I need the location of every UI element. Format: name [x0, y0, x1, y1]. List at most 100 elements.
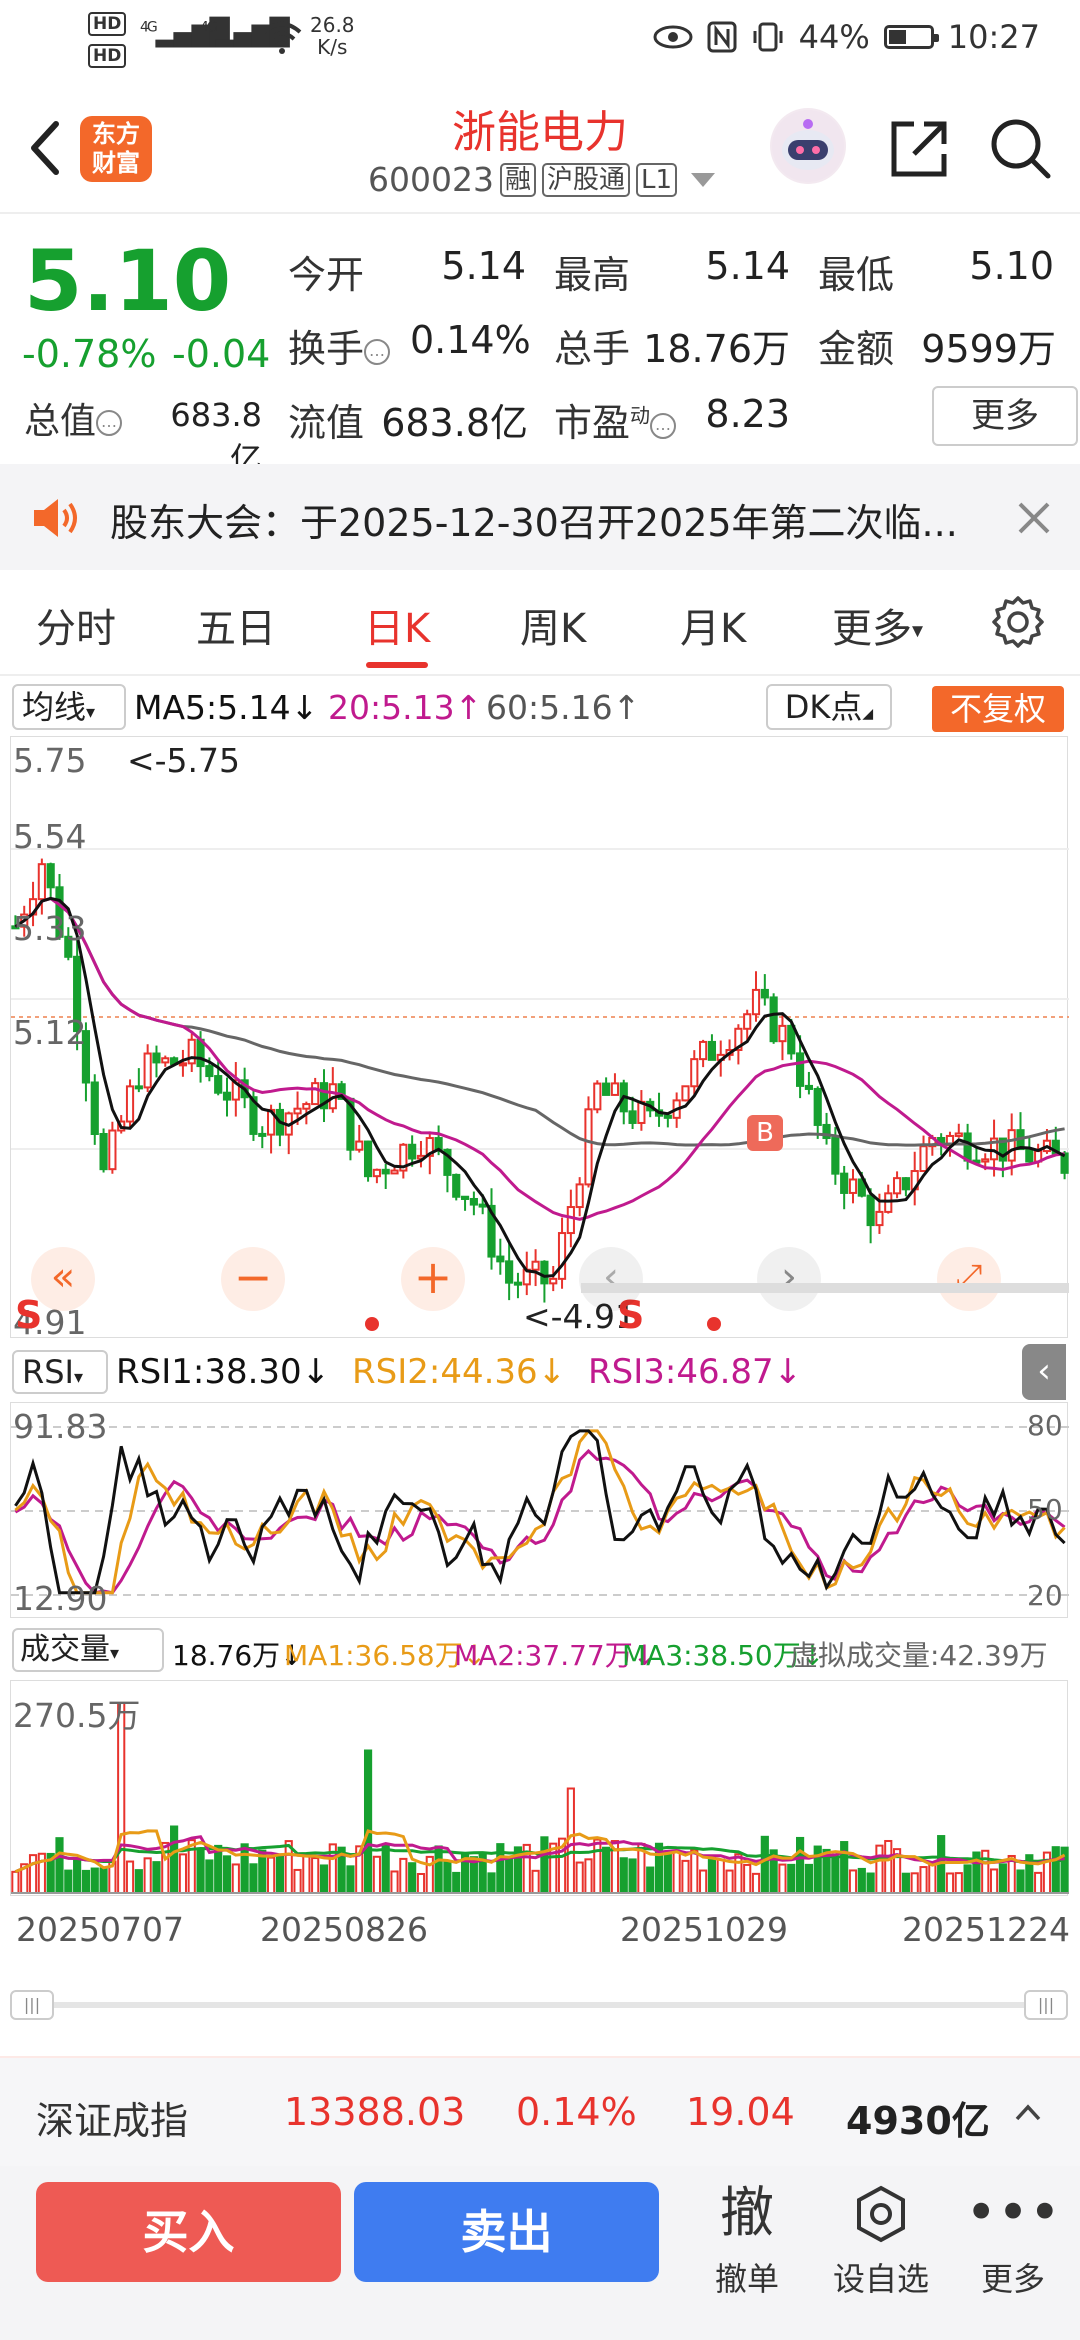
close-icon[interactable] [1016, 500, 1052, 536]
scroll-right-icon[interactable]: › [757, 1247, 821, 1311]
tab-weekly-k[interactable]: 周K [520, 596, 586, 654]
ai-assistant-icon[interactable] [770, 108, 846, 184]
candle-body [875, 1210, 884, 1227]
float-label: 流值 [288, 401, 365, 445]
volume-chart[interactable]: 270.5万 [10, 1680, 1069, 1896]
indicator-selector[interactable]: 均线▾ [12, 684, 126, 730]
volume-bar [690, 1849, 699, 1894]
more-actions-button[interactable]: ••• 更多 [958, 2178, 1068, 2300]
candle-body [293, 1107, 302, 1115]
cancel-order-button[interactable]: 撤 撤单 [692, 2178, 802, 2300]
zoom-in-icon[interactable]: + [401, 1247, 465, 1311]
volume-bar [152, 1861, 161, 1894]
candle-body [848, 1178, 858, 1194]
ma5-line [14, 896, 1066, 1278]
ma20-value: 20:5.13↑ [328, 688, 483, 727]
hd-indicator-2: HD [88, 44, 127, 68]
volume-bar [399, 1857, 408, 1894]
range-handle-left[interactable]: ||| [10, 1990, 54, 2020]
expand-icon[interactable]: ⤢ [937, 1247, 1001, 1311]
candle-body [178, 1062, 188, 1067]
chevron-up-icon[interactable] [1014, 2102, 1042, 2122]
candle-body [46, 863, 55, 889]
open-label: 今开 [288, 253, 365, 297]
info-icon[interactable]: … [650, 412, 677, 439]
candle-body [840, 1172, 849, 1194]
candle-body [707, 1040, 717, 1061]
candle-body [478, 1203, 487, 1208]
rsi-level-20: 20 [1027, 1579, 1063, 1612]
range-track [40, 2002, 1038, 2008]
candle-body [1007, 1129, 1016, 1162]
index-ticker-bar[interactable]: 深证成指 13388.03 0.14% 19.04 4930亿 [0, 2056, 1080, 2166]
volume-bar [954, 1872, 963, 1895]
zoom-out-icon[interactable]: − [221, 1247, 285, 1311]
tab-monthly-k[interactable]: 月K [680, 596, 746, 654]
volume-bar [699, 1869, 708, 1894]
status-bar: HD HD 4G▂▄▆█ 4G▂▄▆█ 26.8 K/s 44% 10:27 [0, 0, 1080, 78]
search-icon[interactable] [986, 114, 1056, 184]
adjust-toggle[interactable]: 不复权 [932, 686, 1064, 732]
ma-legend-bar: 均线▾ MA5:5.14↓ 20:5.13↑ 60:5.16↑ DK点◢ 不复权 [0, 676, 1080, 734]
volume-selector[interactable]: 成交量▾ [12, 1628, 164, 1672]
volume-bar [205, 1859, 214, 1894]
volume-bar [311, 1857, 320, 1894]
tab-more[interactable]: 更多▾ [832, 596, 923, 654]
more-quote-button[interactable]: 更多 [932, 386, 1078, 446]
float-value: 683.8亿 [381, 401, 528, 445]
volume-bar [134, 1869, 143, 1895]
candle-body [99, 1132, 108, 1171]
rsi-chart[interactable]: 91.83 12.90 80 50 20 [10, 1402, 1069, 1618]
candle-body [125, 1085, 135, 1123]
tab-five-day[interactable]: 五日 [196, 596, 276, 654]
share-icon[interactable] [884, 114, 954, 184]
volume-bar [840, 1841, 849, 1895]
candle-body [363, 1140, 373, 1178]
event-dot[interactable] [365, 1317, 379, 1331]
candle-body [760, 988, 769, 999]
candlestick-chart[interactable]: 5.75 5.54 5.33 5.12 4.91 <-5.75 <-4.91 B… [10, 736, 1069, 1342]
pe-label: 市盈动… [554, 392, 677, 447]
range-scroller[interactable]: ||| ||| [10, 1990, 1068, 2020]
dk-point-toggle[interactable]: DK点◢ [766, 684, 892, 730]
index-change-percent: 0.14% [516, 2090, 637, 2134]
rsi3-value: RSI3:46.87↓ [588, 1352, 803, 1392]
candle-body [372, 1168, 381, 1178]
scroll-left-fast-icon[interactable]: « [31, 1247, 95, 1311]
volume-bar [628, 1858, 637, 1895]
volume-bar [487, 1872, 496, 1894]
period-tabs: 分时 五日 日K 周K 月K 更多▾ [0, 570, 1080, 676]
candle-body [787, 1024, 796, 1055]
stock-code-row[interactable]: 600023 融 沪股通 L1 [368, 160, 716, 199]
buy-button[interactable]: 买入 [36, 2182, 341, 2282]
event-dot[interactable] [707, 1317, 721, 1331]
volume-bar [28, 1854, 38, 1894]
volume-bar [725, 1869, 734, 1894]
add-watchlist-button[interactable]: 设自选 [826, 2178, 936, 2300]
active-tab-indicator [366, 662, 428, 668]
announcement-bar[interactable]: 股东大会：于2025-12-30召开2025年第二次临... [0, 464, 1080, 570]
collapse-panel-icon[interactable]: ‹ [1022, 1344, 1066, 1400]
info-icon[interactable]: … [364, 338, 391, 365]
volume-bar [11, 1870, 20, 1894]
index-name: 深证成指 [36, 2099, 189, 2143]
info-icon[interactable]: … [96, 410, 123, 436]
tab-intraday[interactable]: 分时 [36, 596, 116, 654]
change-percent: -0.78% [22, 332, 157, 376]
connect-tag: 沪股通 [542, 162, 631, 197]
buy-point-marker[interactable]: B [747, 1115, 783, 1151]
chevron-down-icon [691, 172, 716, 187]
volume-bar [55, 1837, 64, 1895]
range-handle-right[interactable]: ||| [1024, 1990, 1068, 2020]
sell-button[interactable]: 卖出 [354, 2182, 659, 2282]
candlestick-plot [11, 848, 1069, 1303]
rsi2-value: RSI2:44.36↓ [352, 1352, 567, 1392]
margin-tag: 融 [499, 162, 536, 197]
gear-icon[interactable] [990, 594, 1046, 650]
rsi-selector[interactable]: RSI▾ [12, 1350, 108, 1394]
scroll-left-icon[interactable]: ‹ [579, 1247, 643, 1311]
candle-body [813, 1087, 822, 1126]
volume-bar [981, 1849, 990, 1894]
candle-body [575, 1183, 584, 1209]
tab-daily-k[interactable]: 日K [364, 596, 430, 654]
